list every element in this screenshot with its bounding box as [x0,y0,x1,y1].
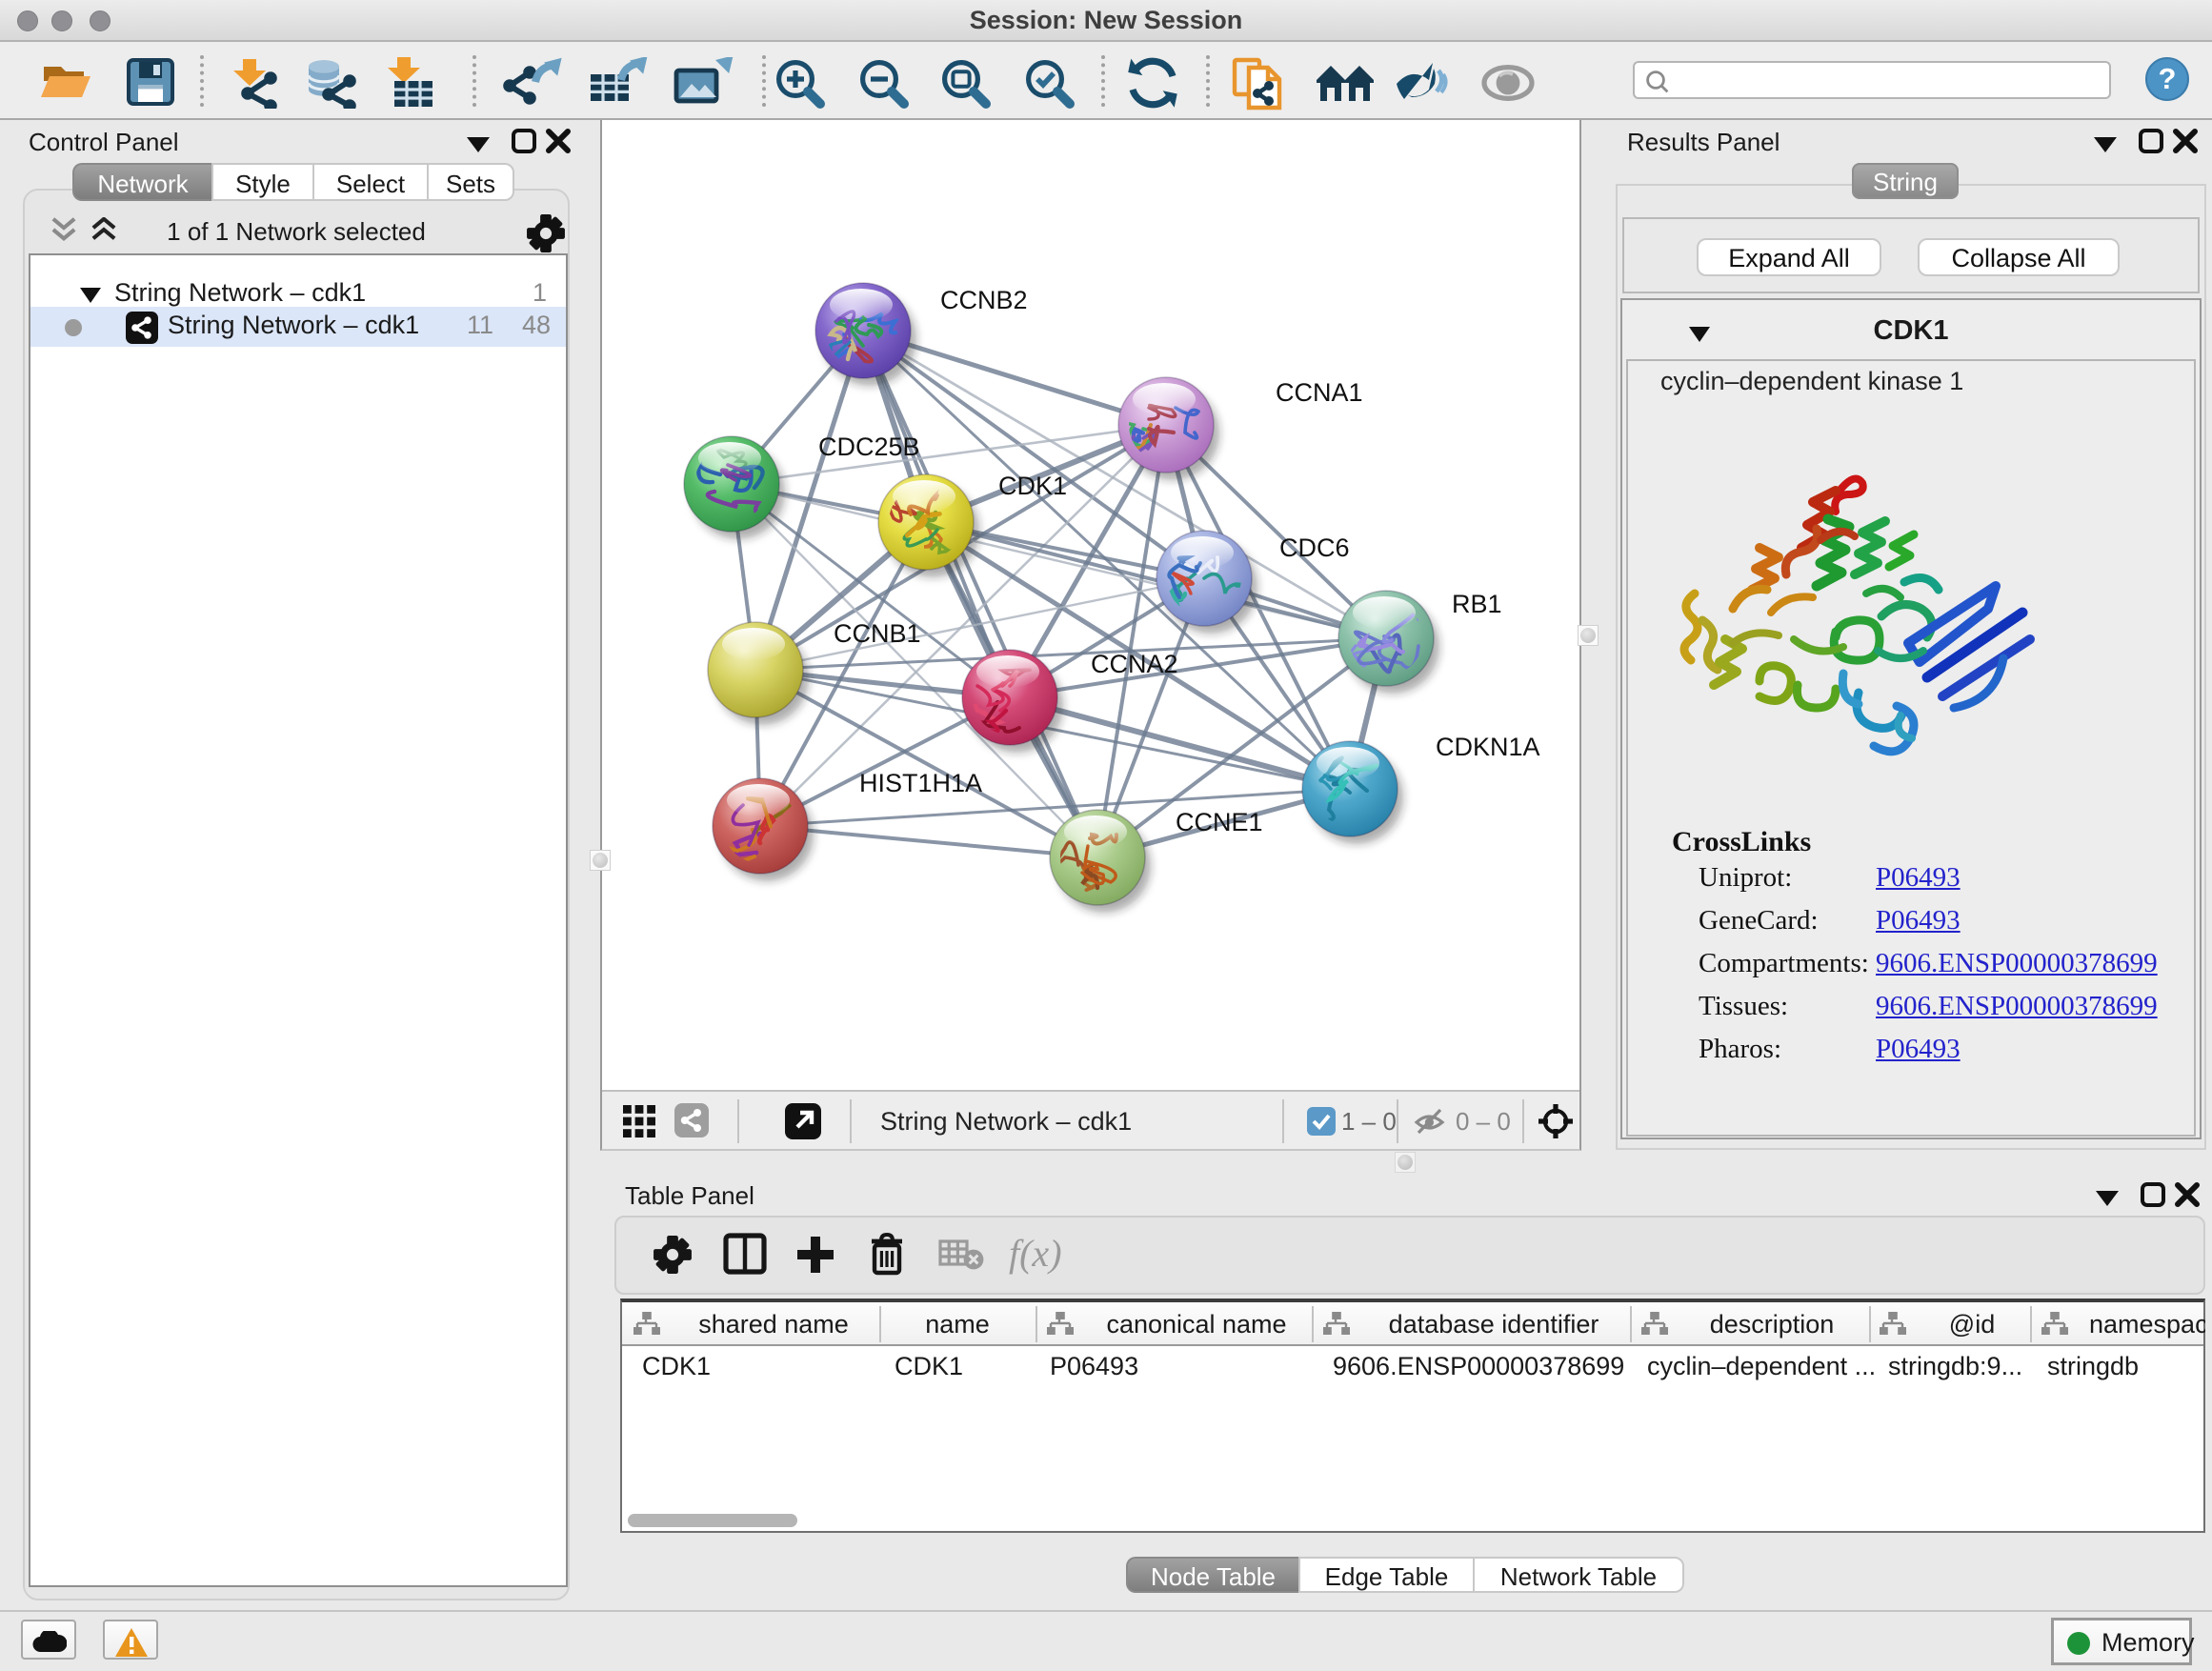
svg-text:CDKN1A: CDKN1A [1436,733,1540,761]
svg-text:CCNE1: CCNE1 [1176,808,1263,836]
svg-text:CCNA1: CCNA1 [1276,378,1363,407]
svg-text:CDC6: CDC6 [1279,534,1350,562]
svg-text:CCNB2: CCNB2 [940,286,1028,314]
svg-text:RB1: RB1 [1452,590,1502,618]
svg-text:CCNB1: CCNB1 [834,619,921,648]
svg-text:HIST1H1A: HIST1H1A [859,769,982,797]
svg-text:CDC25B: CDC25B [818,433,920,461]
svg-text:CDK1: CDK1 [998,472,1067,500]
svg-text:?: ? [2159,62,2177,95]
svg-text:CCNA2: CCNA2 [1091,650,1178,678]
